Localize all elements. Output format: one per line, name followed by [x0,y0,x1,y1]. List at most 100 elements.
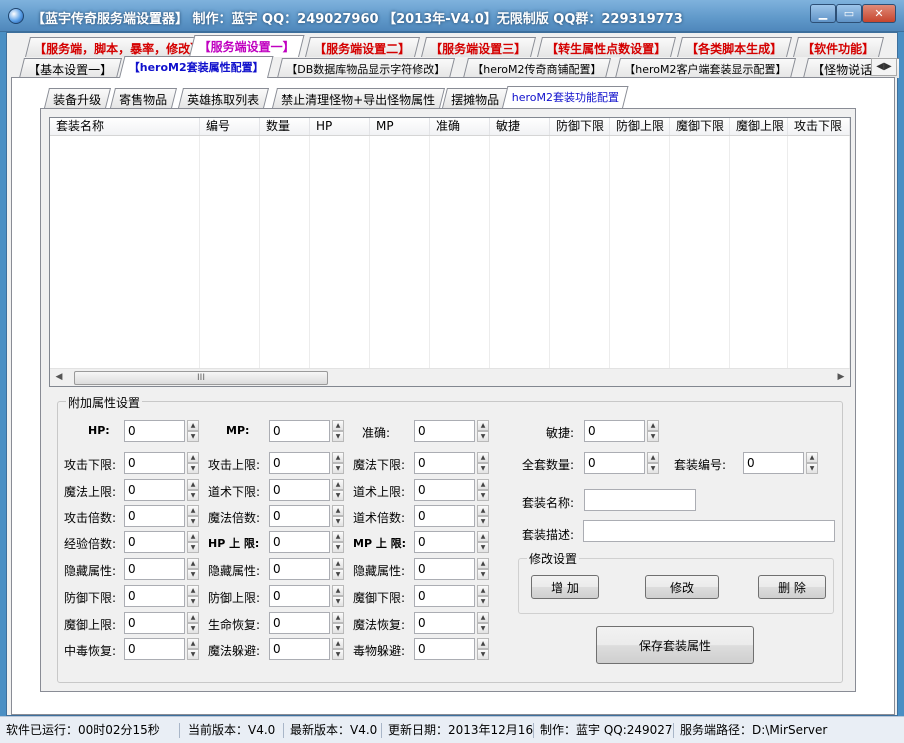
hp-stepper[interactable]: ▲▼ [124,420,199,442]
def-max-input[interactable] [269,585,330,607]
spin-up-icon[interactable]: ▲ [477,505,489,516]
column-header[interactable]: HP [310,118,370,135]
spin-up-icon[interactable]: ▲ [332,585,344,596]
spin-up-icon[interactable]: ▲ [332,612,344,623]
spin-up-icon[interactable]: ▲ [477,638,489,649]
tab-hero-pickup-list[interactable]: 英雄拣取列表 [178,88,270,108]
mag-max-stepper[interactable]: ▲▼ [124,479,199,501]
spin-buttons[interactable]: ▲ ▼ [187,638,199,660]
spin-up-icon[interactable]: ▲ [332,505,344,516]
spin-up-icon[interactable]: ▲ [477,420,489,431]
spin-buttons[interactable]: ▲ ▼ [187,585,199,607]
scroll-right-arrow-icon[interactable]: ▶ [832,369,850,386]
spin-buttons[interactable]: ▲ ▼ [332,558,344,580]
maximize-button[interactable]: ▭ [836,4,862,23]
spin-buttons[interactable]: ▲ ▼ [332,505,344,527]
spin-buttons[interactable]: ▲ ▼ [332,531,344,553]
spin-buttons[interactable]: ▲ ▼ [187,531,199,553]
poison-recovery-input[interactable] [124,638,185,660]
mag-max-input[interactable] [124,479,185,501]
spin-up-icon[interactable]: ▲ [332,420,344,431]
tab-herom2-client-set-display[interactable]: 【heroM2客户端套装显示配置】 [615,58,797,78]
spin-down-icon[interactable]: ▼ [477,569,489,580]
spin-down-icon[interactable]: ▼ [477,431,489,442]
tao-max-stepper[interactable]: ▲▼ [414,479,489,501]
minimize-button[interactable]: ▁ [810,4,836,23]
column-header[interactable]: 魔御下限 [670,118,730,135]
tab-script-generation[interactable]: 【各类脚本生成】 [677,37,793,57]
spin-up-icon[interactable]: ▲ [187,585,199,596]
atk-min-stepper[interactable]: ▲▼ [124,452,199,474]
column-header[interactable]: 防御下限 [550,118,610,135]
hidden-attr-3-input[interactable] [414,558,475,580]
spin-down-icon[interactable]: ▼ [187,431,199,442]
mag-min-input[interactable] [414,452,475,474]
mag-min-stepper[interactable]: ▲▼ [414,452,489,474]
spin-buttons[interactable]: ▲ ▼ [332,420,344,442]
life-recovery-input[interactable] [269,612,330,634]
tab-server-settings-1[interactable]: 【服务端设置一】 [189,35,305,57]
def-max-stepper[interactable]: ▲▼ [269,585,344,607]
spin-down-icon[interactable]: ▼ [477,490,489,501]
tab-db-item-display[interactable]: 【DB数据库物品显示字符修改】 [277,58,456,78]
tab-stall-items[interactable]: 摆摊物品 [442,88,510,108]
life-recovery-stepper[interactable]: ▲▼ [269,612,344,634]
atk-min-input[interactable] [124,452,185,474]
spin-buttons[interactable]: ▲ ▼ [477,612,489,634]
mdef-max-stepper[interactable]: ▲▼ [124,612,199,634]
spin-down-icon[interactable]: ▼ [332,542,344,553]
spin-down-icon[interactable]: ▼ [647,431,659,442]
spin-buttons[interactable]: ▲ ▼ [647,420,659,442]
spin-buttons[interactable]: ▲ ▼ [477,558,489,580]
spin-buttons[interactable]: ▲ ▼ [477,638,489,660]
mp-max-input[interactable] [414,531,475,553]
spin-buttons[interactable]: ▲ ▼ [187,479,199,501]
mag-mult-stepper[interactable]: ▲▼ [269,505,344,527]
tab-scroll-arrows[interactable]: ◀▶ [871,58,897,76]
atk-max-input[interactable] [269,452,330,474]
spin-down-icon[interactable]: ▼ [187,516,199,527]
hp-input[interactable] [124,420,185,442]
exp-mult-stepper[interactable]: ▲▼ [124,531,199,553]
spin-up-icon[interactable]: ▲ [477,452,489,463]
spin-up-icon[interactable]: ▲ [187,638,199,649]
spin-buttons[interactable]: ▲ ▼ [332,638,344,660]
spin-down-icon[interactable]: ▼ [332,569,344,580]
hidden-attr-1-input[interactable] [124,558,185,580]
column-header[interactable]: 防御上限 [610,118,670,135]
column-header[interactable]: 魔御上限 [730,118,788,135]
set-count-input[interactable] [584,452,645,474]
hidden-attr-3-stepper[interactable]: ▲▼ [414,558,489,580]
agility-input[interactable] [584,420,645,442]
horizontal-scrollbar[interactable]: ◀ III ▶ [50,368,850,386]
tao-min-input[interactable] [269,479,330,501]
spin-up-icon[interactable]: ▲ [332,638,344,649]
spin-down-icon[interactable]: ▼ [187,542,199,553]
set-count-stepper[interactable]: ▲▼ [584,452,659,474]
spin-up-icon[interactable]: ▲ [477,585,489,596]
atk-max-stepper[interactable]: ▲▼ [269,452,344,474]
tab-equipment-upgrade[interactable]: 装备升级 [44,88,112,108]
spin-up-icon[interactable]: ▲ [477,479,489,490]
spin-buttons[interactable]: ▲ ▼ [332,479,344,501]
spin-down-icon[interactable]: ▼ [187,569,199,580]
spin-down-icon[interactable]: ▼ [477,623,489,634]
spin-down-icon[interactable]: ▼ [187,649,199,660]
save-set-attributes-button[interactable]: 保存套装属性 [596,626,754,664]
set-id-input[interactable] [743,452,804,474]
spin-buttons[interactable]: ▲ ▼ [647,452,659,474]
spin-up-icon[interactable]: ▲ [647,452,659,463]
hidden-attr-2-stepper[interactable]: ▲▼ [269,558,344,580]
mp-stepper[interactable]: ▲▼ [269,420,344,442]
spin-down-icon[interactable]: ▼ [477,516,489,527]
mdef-min-input[interactable] [414,585,475,607]
set-desc-input[interactable] [583,520,835,542]
spin-up-icon[interactable]: ▲ [187,531,199,542]
spin-down-icon[interactable]: ▼ [332,649,344,660]
spin-up-icon[interactable]: ▲ [187,558,199,569]
accuracy-input[interactable] [414,420,475,442]
spin-down-icon[interactable]: ▼ [806,463,818,474]
spin-down-icon[interactable]: ▼ [187,490,199,501]
poison-dodge-input[interactable] [414,638,475,660]
tab-monster-export[interactable]: 禁止清理怪物+导出怪物属性 [272,88,446,108]
